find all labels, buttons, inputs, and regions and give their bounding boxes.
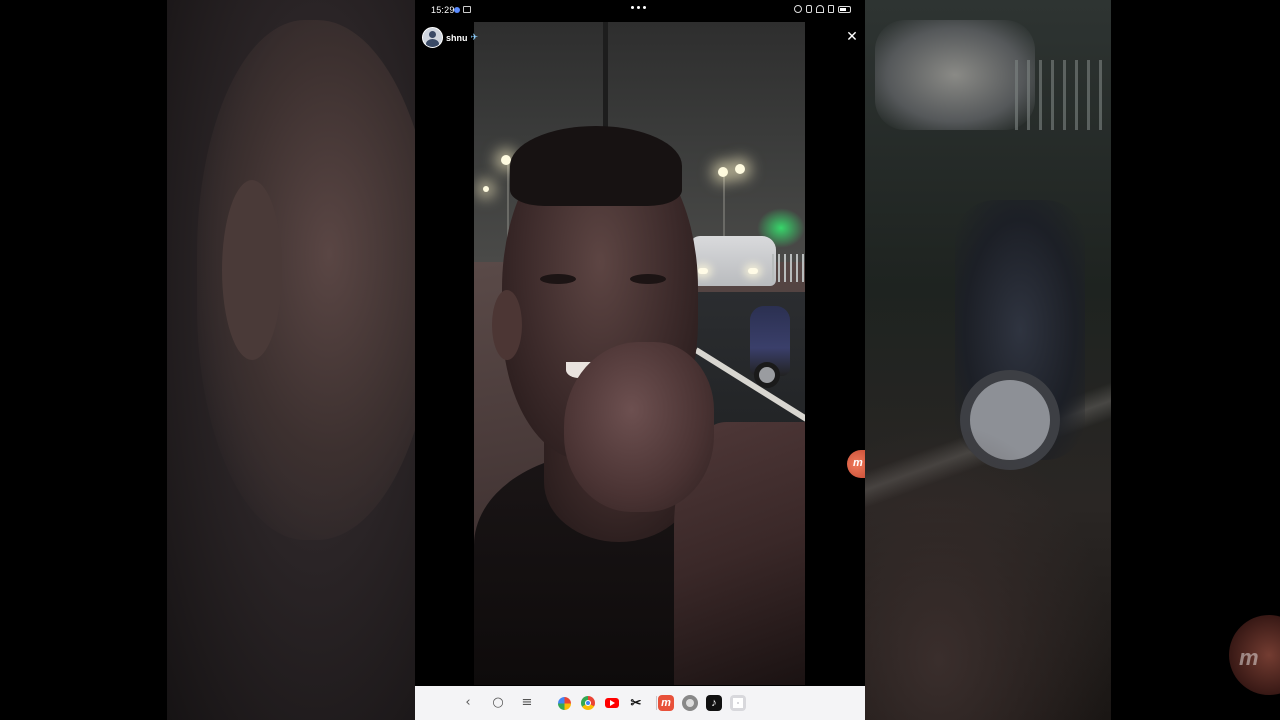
- blurred-railing: [1015, 60, 1111, 130]
- railing: [772, 254, 805, 282]
- recorder-watermark: m: [1229, 615, 1280, 695]
- username[interactable]: shnu: [446, 33, 468, 43]
- person-ear: [492, 290, 522, 360]
- lamppost-right: [723, 172, 725, 242]
- blurred-ear: [222, 180, 282, 360]
- status-bar: 15:29: [415, 0, 865, 22]
- recents-button[interactable]: ≡: [519, 695, 535, 711]
- youtube-app-icon[interactable]: [605, 698, 619, 708]
- screen-record-icon: [463, 6, 471, 13]
- app-grid-icon[interactable]: [730, 695, 746, 711]
- battery-icon: [838, 5, 851, 13]
- home-button[interactable]: ○: [490, 695, 506, 711]
- story-video[interactable]: [474, 22, 805, 685]
- blurred-background-right: [865, 0, 1111, 720]
- status-system-icons: [794, 5, 851, 13]
- watermark-logo-icon: m: [1239, 645, 1259, 670]
- blurred-car: [875, 20, 1035, 130]
- close-button[interactable]: ✕: [845, 30, 859, 44]
- scooter-wheel: [754, 362, 780, 388]
- car-headlight-left: [698, 268, 708, 274]
- status-time: 15:29: [431, 5, 455, 15]
- blurred-arm: [865, 420, 1111, 720]
- notification-dot-icon: [454, 6, 460, 13]
- alarm-icon: [794, 5, 802, 13]
- story-profile[interactable]: shnu ✈: [422, 27, 478, 48]
- status-notification-icons: [454, 6, 471, 13]
- car-headlight-right: [748, 268, 758, 274]
- white-car: [690, 236, 776, 286]
- street-lamp-right-2: [735, 164, 745, 174]
- street-lamp-right: [718, 167, 728, 177]
- blurred-background-left: [167, 0, 415, 720]
- more-dots-icon[interactable]: [631, 6, 646, 9]
- navigation-bar: ‹ ○ ≡ ✂ m ♪: [415, 686, 865, 720]
- dock-divider: [656, 696, 657, 710]
- person-eyes: [540, 274, 674, 286]
- mobizen-app-icon[interactable]: m: [658, 695, 674, 711]
- capcut-app-icon[interactable]: ✂: [628, 695, 644, 711]
- chrome-app-icon[interactable]: [581, 696, 595, 710]
- street-lamp-far: [483, 186, 489, 192]
- person-hand: [564, 342, 714, 512]
- tiktok-app-icon[interactable]: ♪: [706, 695, 722, 711]
- back-button[interactable]: ‹: [460, 695, 476, 711]
- screen-recorder-bubble[interactable]: m: [847, 450, 865, 478]
- avatar[interactable]: [422, 27, 443, 48]
- wifi-icon: [816, 5, 824, 13]
- signal-icon: [828, 5, 834, 13]
- bluetooth-icon: [806, 5, 812, 13]
- phone-screen: 15:29 shnu ✈ ✕ m ‹ ○ ≡ ✂ m ♪: [415, 0, 865, 720]
- recorder-logo-icon: m: [853, 457, 863, 469]
- photos-app-icon[interactable]: [558, 697, 571, 710]
- plane-icon: ✈: [470, 32, 479, 42]
- person-hair: [510, 126, 682, 206]
- settings-app-icon[interactable]: [682, 695, 698, 711]
- street-pole: [603, 22, 608, 132]
